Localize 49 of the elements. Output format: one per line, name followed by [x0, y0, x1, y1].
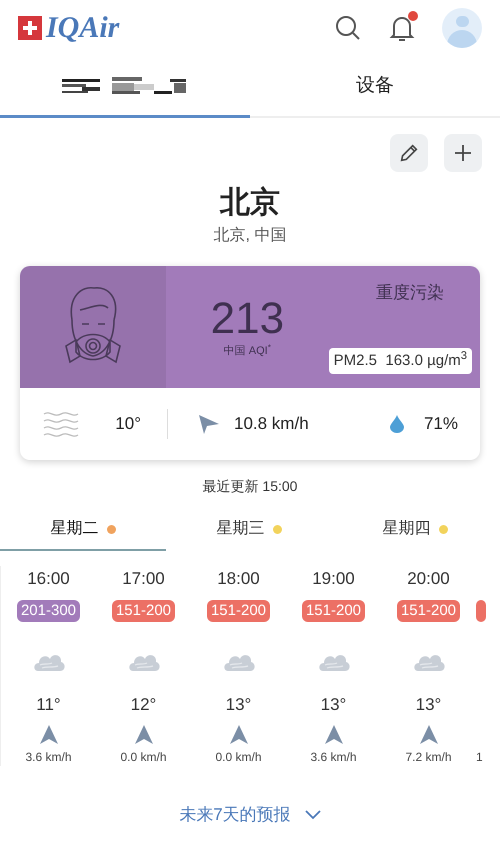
hour-temperature: 13° [226, 694, 252, 716]
hour-temperature: 13° [320, 694, 346, 716]
aqi-range: 151-200 [302, 600, 366, 622]
day-tab[interactable]: 星期三 [166, 509, 332, 551]
humidity-value: 71% [424, 413, 458, 436]
hour-temperature: 11° [36, 694, 61, 716]
hour-time: 19:00 [312, 568, 355, 590]
water-drop-icon [390, 415, 404, 433]
wind-speed: 10.8 km/h [234, 413, 309, 436]
wind-arrow-icon [198, 413, 220, 435]
add-button[interactable] [444, 134, 482, 172]
city-name: 北京 [220, 185, 280, 221]
temperature-value: 10° [115, 413, 141, 436]
hour-time: 18:00 [217, 568, 260, 590]
hour-wind-speed: 0.0 km/h [120, 749, 167, 766]
hour-wind-speed: 3.6 km/h [25, 749, 72, 766]
tab[interactable]: 设备 [250, 56, 500, 118]
edit-button[interactable] [390, 134, 428, 172]
iqair-logo[interactable]: IQAir [18, 13, 120, 43]
hour-wind-speed: 3.6 km/h [310, 749, 357, 766]
aqi-range: 151-200 [206, 600, 270, 622]
forecast-link[interactable]: 未来7天的预报 [179, 802, 321, 828]
aqi-value: 213 [210, 294, 284, 343]
hour-temperature: 12° [130, 694, 156, 716]
last-updated: 最近更新 15:00 [202, 477, 298, 496]
hour-time: 17:00 [122, 568, 165, 590]
plus-icon [453, 143, 473, 163]
aqi-scale-label: 中国 AQI$^{*}$ [224, 342, 271, 359]
hour-time: 16:00 [27, 568, 70, 590]
chevron-down-icon [304, 810, 321, 820]
hour-wind-speed: 7.2 km/h [405, 749, 452, 766]
haze-icon [42, 410, 80, 438]
aqi-range: 201-300 [16, 600, 80, 622]
search-icon[interactable] [334, 14, 362, 42]
pollutant-reading: PM2.5 163.0 µg/m$^{3}$ [328, 348, 472, 374]
notification-button[interactable] [388, 13, 416, 43]
day-tab[interactable]: 星期四 [332, 509, 498, 551]
hour-temperature: 13° [416, 694, 442, 716]
hour-time: 20:00 [407, 568, 450, 590]
city-subtitle: 北京, 中国 [214, 226, 286, 246]
hour-wind-speed: 0.0 km/h [215, 749, 262, 766]
swiss-cross-icon [18, 16, 42, 40]
aqi-status: 重度污染 [376, 282, 444, 304]
day-tab[interactable]: 星期二 [0, 509, 166, 551]
aqi-range: 151-200 [396, 600, 460, 622]
pencil-icon [398, 142, 420, 164]
aqi-range: 151-200 [112, 600, 176, 622]
logo-text: IQAir [46, 13, 120, 43]
hour-wind-speed: 1 [476, 749, 483, 766]
